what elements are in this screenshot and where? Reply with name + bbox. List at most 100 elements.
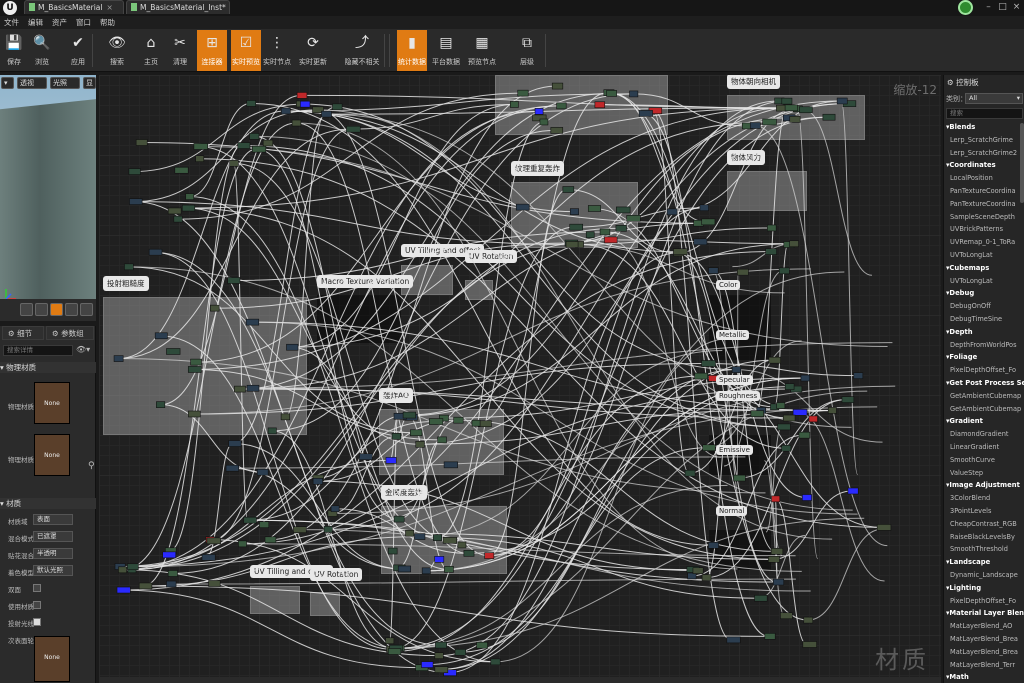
graph-node[interactable] bbox=[767, 224, 777, 232]
graph-node[interactable] bbox=[550, 127, 564, 134]
palette-category[interactable]: ▾Material Layer Blend bbox=[946, 607, 1024, 620]
graph-node[interactable] bbox=[666, 208, 678, 216]
graph-node[interactable] bbox=[539, 118, 549, 126]
graph-node[interactable] bbox=[208, 580, 221, 587]
graph-node[interactable] bbox=[771, 495, 781, 503]
graph-node[interactable] bbox=[792, 409, 808, 416]
graph-node[interactable] bbox=[515, 203, 530, 211]
palette-item[interactable]: Lerp_ScratchGrime2 bbox=[950, 147, 1017, 160]
graph-node[interactable] bbox=[387, 648, 402, 655]
toolbar-button-hierarchy[interactable]: ⧉ 层级 bbox=[513, 30, 541, 71]
graph-node[interactable] bbox=[453, 416, 464, 424]
graph-node[interactable] bbox=[798, 431, 811, 439]
physical-material-section[interactable]: ▾ 物理材质 bbox=[0, 362, 96, 373]
lit-button[interactable]: 光照 bbox=[50, 77, 80, 89]
graph-node[interactable] bbox=[733, 474, 746, 482]
toolbar-button-stats[interactable]: ▮ 统计数据 bbox=[397, 30, 427, 71]
graph-node[interactable] bbox=[783, 104, 798, 112]
graph-node[interactable] bbox=[421, 567, 431, 575]
palette-item[interactable]: UVToLongLat bbox=[950, 249, 993, 262]
graph-node[interactable] bbox=[402, 411, 417, 419]
cylinder-shape-button[interactable] bbox=[20, 303, 33, 316]
perspective-button[interactable]: 透视 bbox=[17, 77, 47, 89]
palette-item[interactable]: MatLayerBlend_Brea bbox=[950, 646, 1018, 659]
graph-node[interactable] bbox=[251, 145, 267, 153]
graph-node[interactable] bbox=[116, 586, 131, 594]
graph-node[interactable] bbox=[321, 110, 332, 118]
graph-node[interactable] bbox=[185, 193, 195, 200]
graph-node[interactable] bbox=[129, 198, 143, 205]
property-checkbox[interactable] bbox=[33, 618, 41, 626]
material-input-pin[interactable]: Normal bbox=[716, 506, 748, 516]
graph-node[interactable] bbox=[135, 139, 148, 146]
graph-node[interactable] bbox=[517, 89, 529, 97]
material-input-pin[interactable]: Emissive bbox=[716, 445, 753, 455]
palette-item[interactable]: SmoothCurve bbox=[950, 454, 995, 467]
graph-horizontal-scrollbar[interactable] bbox=[99, 677, 941, 683]
property-dropdown[interactable]: 已遮罩 bbox=[33, 531, 73, 542]
graph-node[interactable] bbox=[256, 468, 269, 476]
toolbar-button-platform-stats[interactable]: ▤ 平台数据 bbox=[430, 30, 462, 71]
palette-item[interactable]: LocalPosition bbox=[950, 172, 993, 185]
graph-node[interactable] bbox=[789, 240, 799, 248]
graph-node[interactable] bbox=[604, 236, 618, 244]
graph-node[interactable] bbox=[173, 215, 183, 223]
graph-node[interactable] bbox=[397, 565, 412, 573]
graph-node[interactable] bbox=[296, 92, 308, 99]
graph-node[interactable] bbox=[606, 90, 617, 97]
palette-item[interactable]: 3ColorBlend bbox=[950, 492, 990, 505]
tab-material[interactable]: M_BasicsMaterial × bbox=[24, 0, 124, 14]
graph-node[interactable] bbox=[781, 444, 792, 452]
palette-item[interactable]: UVToLongLat bbox=[950, 275, 993, 288]
category-select[interactable]: All ▾ bbox=[965, 93, 1023, 104]
graph-node[interactable] bbox=[789, 116, 801, 123]
palette-category[interactable]: ▾Depth bbox=[946, 326, 973, 339]
graph-node[interactable] bbox=[249, 133, 260, 140]
maximize-button[interactable]: □ bbox=[996, 0, 1009, 14]
palette-category[interactable]: ▾Math bbox=[946, 671, 969, 683]
graph-node[interactable] bbox=[243, 516, 257, 524]
property-dropdown[interactable]: 半透明 bbox=[33, 548, 73, 559]
graph-node[interactable] bbox=[768, 356, 781, 364]
graph-node[interactable] bbox=[754, 594, 768, 602]
graph-node[interactable] bbox=[385, 637, 395, 645]
graph-node[interactable] bbox=[684, 469, 696, 477]
graph-node[interactable] bbox=[799, 106, 813, 114]
graph-node[interactable] bbox=[737, 268, 749, 276]
graph-node[interactable] bbox=[154, 332, 168, 340]
palette-item[interactable]: GetAmbientCubemap bbox=[950, 390, 1021, 403]
graph-node[interactable] bbox=[187, 366, 202, 373]
toolbar-button-hide-unrelated[interactable]: ⤴ 隐藏不相关 bbox=[332, 30, 392, 71]
graph-node[interactable] bbox=[708, 267, 719, 274]
graph-node[interactable] bbox=[776, 402, 786, 409]
palette-item[interactable]: MatLayerBlend_AO bbox=[950, 620, 1012, 633]
graph-node[interactable] bbox=[138, 582, 153, 590]
cube-shape-button[interactable] bbox=[65, 303, 78, 316]
plane-shape-button[interactable] bbox=[50, 303, 63, 316]
palette-category[interactable]: ▾Gradient bbox=[946, 415, 983, 428]
graph-node[interactable] bbox=[562, 186, 575, 193]
property-checkbox[interactable] bbox=[33, 584, 41, 592]
graph-node[interactable] bbox=[673, 248, 688, 256]
graph-node[interactable] bbox=[770, 547, 784, 555]
graph-node[interactable] bbox=[127, 563, 139, 571]
graph-node[interactable] bbox=[762, 118, 777, 126]
graph-node[interactable] bbox=[167, 207, 182, 215]
graph-node[interactable] bbox=[778, 267, 790, 275]
palette-item[interactable]: PixelDepthOffset_Fo bbox=[950, 364, 1016, 377]
graph-node[interactable] bbox=[781, 97, 793, 105]
toolbar-button-preview-node[interactable]: ▦ 预览节点 bbox=[465, 30, 499, 71]
graph-node[interactable] bbox=[484, 552, 495, 559]
material-input-pin[interactable]: Color bbox=[716, 280, 741, 290]
subsurface-profile-thumbnail[interactable]: None bbox=[34, 636, 70, 682]
graph-node[interactable] bbox=[291, 119, 302, 127]
graph-node[interactable] bbox=[415, 440, 425, 448]
property-dropdown[interactable]: 表面 bbox=[33, 514, 73, 525]
graph-node[interactable] bbox=[765, 248, 777, 255]
palette-category[interactable]: ▾Cubemaps bbox=[946, 262, 989, 275]
tab-material-instance[interactable]: M_BasicsMaterial_Inst*× bbox=[126, 0, 230, 14]
palette-category[interactable]: ▾Coordinates bbox=[946, 159, 996, 172]
graph-node[interactable] bbox=[429, 418, 444, 425]
graph-node[interactable] bbox=[300, 100, 311, 108]
palette-item[interactable]: ValueStep bbox=[950, 467, 983, 480]
